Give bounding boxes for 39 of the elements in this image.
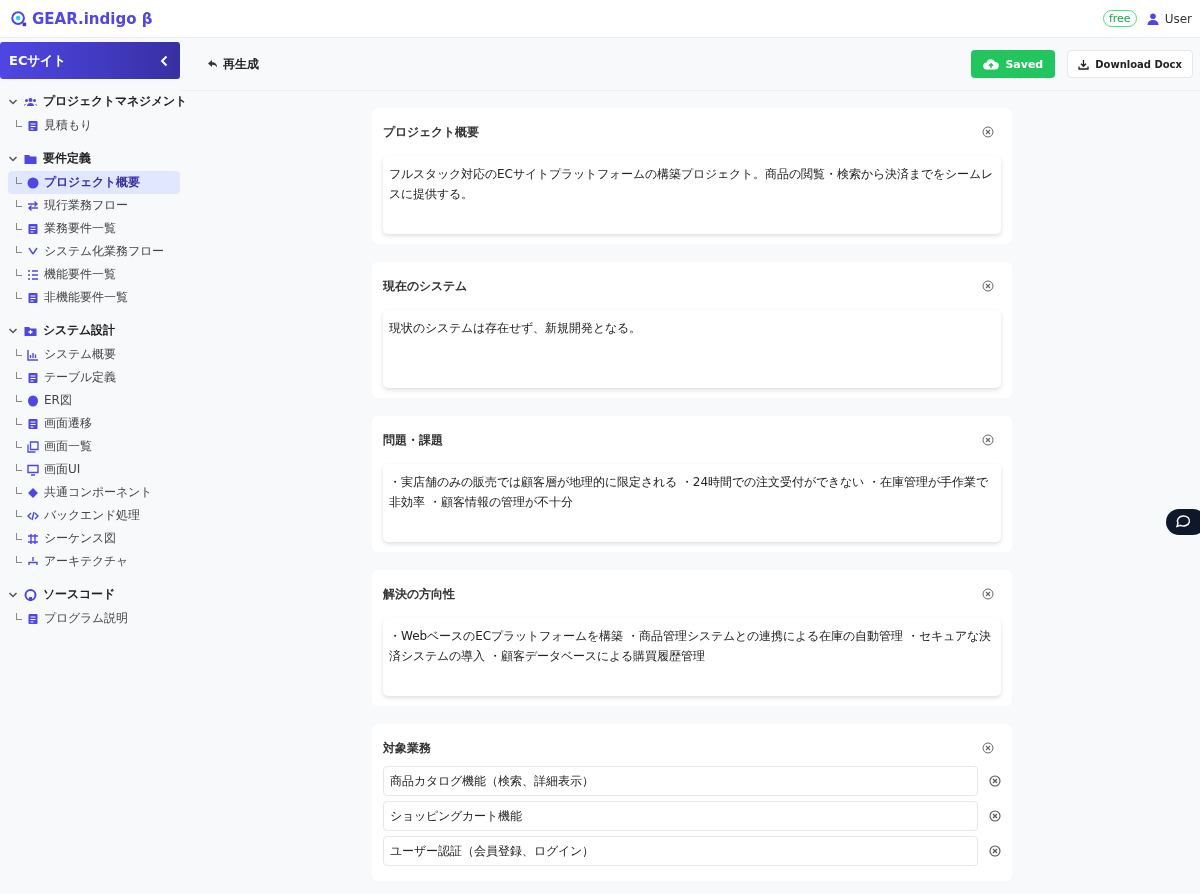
sidebar-group[interactable]: システム設計 (0, 318, 180, 343)
sidebar-item[interactable]: プロジェクト概要 (8, 171, 180, 194)
project-name: ECサイト (9, 51, 67, 70)
sidebar-item[interactable]: 非機能要件一覧 (8, 286, 180, 309)
sidebar-item[interactable]: 画面遷移 (8, 412, 180, 435)
sidebar-item[interactable]: 現行業務フロー (8, 194, 180, 217)
sidebar-item[interactable]: 共通コンポーネント (8, 481, 180, 504)
user-menu[interactable]: User (1164, 11, 1192, 26)
sidebar-item[interactable]: 業務要件一覧 (8, 217, 180, 240)
sidebar-item[interactable]: ER図 (8, 389, 180, 412)
text-area[interactable]: ・WebベースのECプラットフォームを構築 ・商品管理システムとの連携による在庫の自動管理 ・セキュアな決済システムの導入 ・顧客データベースによる購買履歴管理 (383, 618, 1001, 696)
section-title: 対象業務 (383, 739, 431, 757)
sidebar-item[interactable]: シーケンス図 (8, 527, 180, 550)
section-title: プロジェクト概要 (383, 123, 479, 141)
regenerate-button[interactable]: 再生成 (202, 54, 265, 74)
sidebar-item[interactable]: 画面一覧 (8, 435, 180, 458)
section-title: 問題・課題 (383, 431, 443, 449)
sidebar-item[interactable]: アーキテクチャ (8, 550, 180, 573)
app-logo[interactable]: GEAR.indigo β (32, 9, 153, 28)
sidebar-item[interactable]: バックエンド処理 (8, 504, 180, 527)
sidebar-item[interactable]: プログラム説明 (8, 607, 180, 630)
text-area[interactable]: フルスタック対応のECサイトプラットフォームの構築プロジェクト。商品の閲覧・検索から決済までをシームレスに提供する。 (383, 156, 1001, 234)
sidebar-group[interactable]: ソースコード (0, 582, 180, 607)
sidebar-group[interactable]: 要件定義 (0, 146, 180, 171)
input-field[interactable]: ユーザー認証（会員登録、ログイン） (383, 836, 978, 866)
project-header[interactable]: ECサイト (0, 42, 180, 79)
download-docx-button[interactable]: Download Docx (1067, 50, 1193, 78)
sidebar-item[interactable]: システム化業務フロー (8, 240, 180, 263)
text-area[interactable]: 現状のシステムは存在せず、新規開発となる。 (383, 310, 1001, 388)
sidebar-item[interactable]: 見積もり (8, 114, 180, 137)
input-field[interactable]: 商品カタログ機能（検索、詳細表示） (383, 766, 978, 796)
section-title: 解決の方向性 (383, 585, 455, 603)
sidebar-item[interactable]: 画面UI (8, 458, 180, 481)
text-area[interactable]: ・実店舗のみの販売では顧客層が地理的に限定される ・24時間での注文受付ができない ・在庫管理が手作業で非効率 ・顧客情報の管理が不十分 (383, 464, 1001, 542)
sidebar-item[interactable]: システム概要 (8, 343, 180, 366)
input-field[interactable]: ショッピングカート機能 (383, 801, 978, 831)
section-title: 現在のシステム (383, 277, 467, 295)
sidebar-item[interactable]: テーブル定義 (8, 366, 180, 389)
sidebar-item[interactable]: 機能要件一覧 (8, 263, 180, 286)
